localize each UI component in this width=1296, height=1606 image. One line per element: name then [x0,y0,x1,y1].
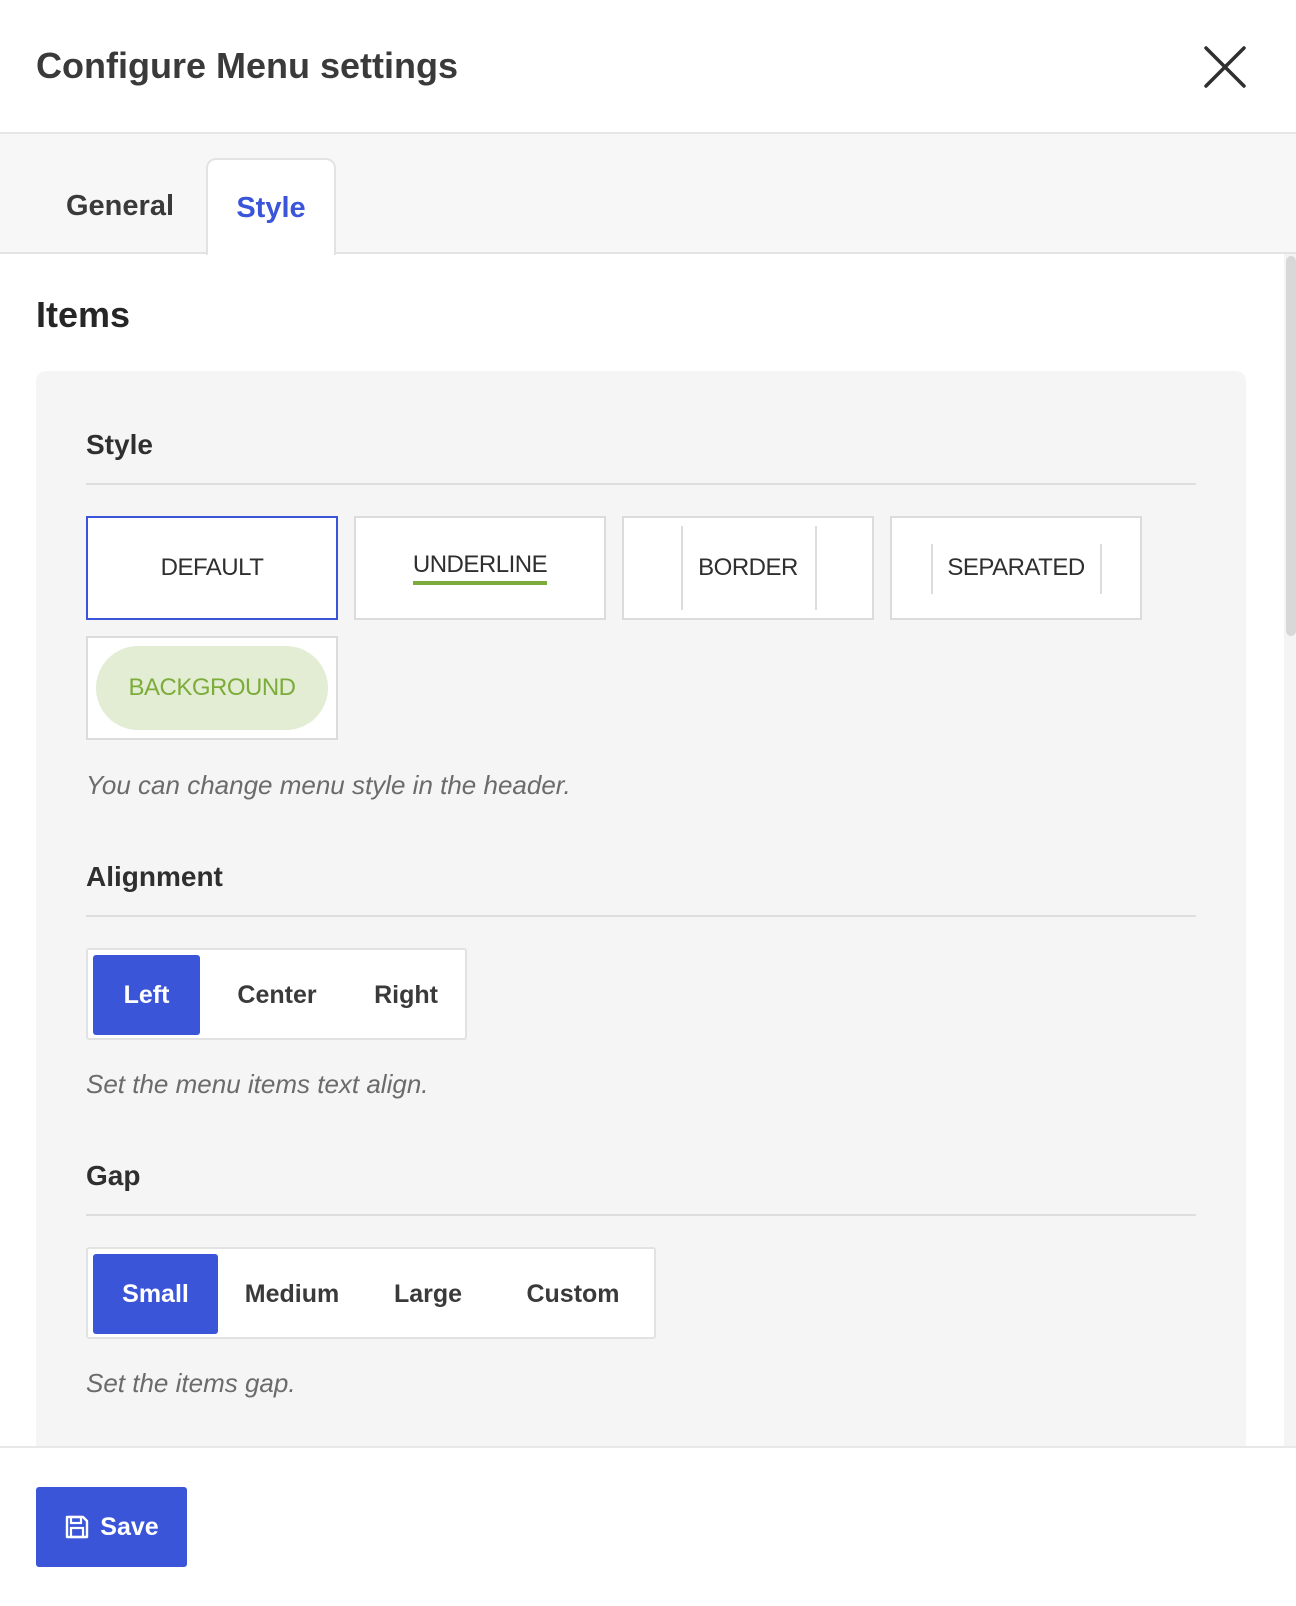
tab-general[interactable]: General [36,158,204,254]
alignment-center-button[interactable]: Center [214,955,340,1035]
style-option-border[interactable]: BORDER [622,516,874,620]
style-label: Style [86,429,153,460]
border-line-left [681,526,683,610]
gap-medium-button[interactable]: Medium [233,1254,351,1334]
tab-bar: General Style [0,134,1296,255]
style-divider [86,483,1196,485]
separator-right [1100,544,1102,594]
alignment-label: Alignment [86,861,223,892]
border-line-right [815,526,817,610]
style-option-label: SEPARATED [947,554,1085,581]
alignment-divider [86,915,1196,917]
alignment-segmented-control: Left Center Right [86,948,467,1040]
style-option-background[interactable]: BACKGROUND [86,636,338,740]
alignment-hint: Set the menu items text align. [86,1069,429,1099]
scrollbar-thumb[interactable] [1286,256,1296,636]
tab-style[interactable]: Style [206,158,336,255]
alignment-left-button[interactable]: Left [93,955,200,1035]
dialog-title: Configure Menu settings [36,45,458,86]
style-option-label: UNDERLINE [412,551,548,585]
style-option-label: BACKGROUND [128,674,296,701]
separator-left [931,544,933,594]
dialog-header: Configure Menu settings [0,0,1296,134]
gap-hint: Set the items gap. [86,1368,296,1398]
background-pill: BACKGROUND [96,646,328,730]
style-option-label: DEFAULT [160,554,264,581]
gap-custom-button[interactable]: Custom [508,1254,638,1334]
close-icon[interactable] [1200,42,1250,92]
style-option-default[interactable]: DEFAULT [86,516,338,620]
save-icon [66,1515,89,1539]
section-title: Items [36,294,131,335]
gap-divider [86,1214,1196,1216]
dialog-footer [0,1446,1296,1606]
style-option-underline[interactable]: UNDERLINE [354,516,606,620]
style-option-label: BORDER [698,554,798,581]
alignment-right-button[interactable]: Right [350,955,462,1035]
gap-large-button[interactable]: Large [378,1254,478,1334]
gap-label: Gap [86,1160,141,1191]
save-label: Save [100,1512,159,1541]
style-option-separated[interactable]: SEPARATED [890,516,1142,620]
gap-small-button[interactable]: Small [93,1254,218,1334]
save-button[interactable]: Save [36,1487,187,1567]
gap-segmented-control: Small Medium Large Custom [86,1247,656,1339]
style-hint: You can change menu style in the header. [86,770,571,800]
